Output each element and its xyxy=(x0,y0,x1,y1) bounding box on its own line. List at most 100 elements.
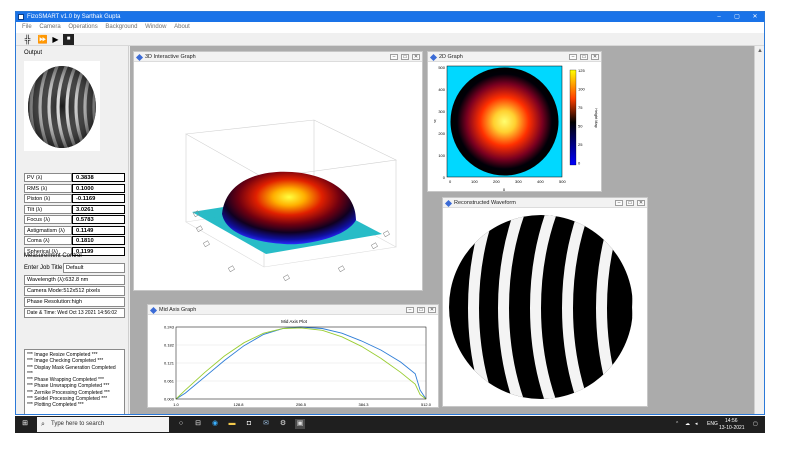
sub-restore-button[interactable]: ▭ xyxy=(401,54,409,60)
graph2d-titlebar[interactable]: 2D Graph – ▭ ✕ xyxy=(428,52,601,62)
graph2d-ylabel: y xyxy=(434,118,437,123)
colorbar-tick: 125 xyxy=(578,68,585,73)
desktop: FizoSMART v1.0 by Sarthak Gupta – ▢ ✕ Fi… xyxy=(0,0,789,449)
graph2d-ytick: 100 xyxy=(438,153,445,158)
menu-operations[interactable]: Operations xyxy=(68,24,97,30)
graph2d-xtick: 500 xyxy=(559,179,566,184)
graph2d-plot[interactable]: 0 100 200 300 400 500 5004003002001000 x y 12… xyxy=(428,62,602,192)
heatmap-disk xyxy=(450,67,559,176)
sub-close-button[interactable]: ✕ xyxy=(591,54,599,60)
play-icon[interactable]: ▶ xyxy=(50,34,61,45)
tray-date[interactable]: 13-10-2021 xyxy=(719,425,745,431)
task-view-icon[interactable]: ○ xyxy=(176,419,186,429)
save-icon[interactable]: ■ xyxy=(63,34,74,45)
sub-minimize-button[interactable]: – xyxy=(569,54,577,60)
chart-series-line-1 xyxy=(175,327,427,400)
fast-forward-icon[interactable]: ⏩ xyxy=(37,34,48,45)
sub-minimize-button[interactable]: – xyxy=(406,307,414,313)
sub-close-button[interactable]: ✕ xyxy=(637,200,645,206)
graph2d-xlabel: x xyxy=(503,187,506,192)
colorbar-tick: 50 xyxy=(578,124,583,129)
log-line: *** Phase Unwrapping Completed *** xyxy=(27,383,110,390)
sub-close-button[interactable]: ✕ xyxy=(428,307,436,313)
recon-title: Reconstructed Waveform xyxy=(454,200,516,206)
recon-window[interactable]: Reconstructed Waveform – ▭ ✕ xyxy=(442,197,648,407)
chart-ytick: 0.182 xyxy=(164,343,175,348)
taskbar: ⊞ ⌕ Type here to search ○ ⊟ ◉ ▬ ◘ ✉ ⚙ ▣ ⌃… xyxy=(15,416,765,433)
graph2d-ytick: 300 xyxy=(438,109,445,114)
tray-chevron-icon[interactable]: ⌃ xyxy=(675,421,679,427)
graph3d-window[interactable]: 3D Interactive Graph – ▭ ✕ xyxy=(133,51,423,291)
job-title-input[interactable]: Default xyxy=(63,263,125,273)
metric-label: Coma (λ) xyxy=(24,236,72,245)
metric-value: 0.3838 xyxy=(72,173,125,182)
tray-language[interactable]: ENG xyxy=(707,421,718,427)
graph2d-ytick: 400 xyxy=(438,87,445,92)
metric-value: 3.0261 xyxy=(72,204,125,214)
tray-volume-icon[interactable]: ◂ xyxy=(695,421,698,427)
metric-label: RMS (λ) xyxy=(24,183,72,193)
menu-file[interactable]: File xyxy=(22,24,32,30)
maximize-button[interactable]: ▢ xyxy=(728,12,746,22)
menu-window[interactable]: Window xyxy=(145,24,166,30)
colorbar-tick: 75 xyxy=(578,105,583,110)
chart-ytick: 0.121 xyxy=(164,361,175,366)
minimize-button[interactable]: – xyxy=(710,12,728,22)
graph3d-title: 3D Interactive Graph xyxy=(145,54,196,60)
colorbar xyxy=(569,69,577,166)
settings-gear-icon[interactable]: ⚙ xyxy=(278,419,288,429)
close-button[interactable]: ✕ xyxy=(746,12,764,22)
vertical-scrollbar[interactable]: ▲ xyxy=(754,46,764,414)
taskbar-search[interactable]: ⌕ Type here to search xyxy=(37,417,169,432)
log-box: *** Image Resize Completed *** *** Image … xyxy=(24,349,125,414)
graph3d-titlebar[interactable]: 3D Interactive Graph – ▭ ✕ xyxy=(134,52,422,62)
metric-label: Focus (λ) xyxy=(24,215,72,224)
midaxis-titlebar[interactable]: Mid Axis Graph – ▭ ✕ xyxy=(148,305,438,315)
midaxis-title: Mid Axis Graph xyxy=(159,307,197,313)
app-taskbar-icon[interactable]: ▣ xyxy=(295,419,305,429)
metric-label: PV (λ) xyxy=(24,173,72,182)
tray-time[interactable]: 14:56 xyxy=(725,418,738,424)
file-explorer-icon[interactable]: ▬ xyxy=(227,419,237,429)
graph2d-window[interactable]: 2D Graph – ▭ ✕ 0 100 200 300 400 500 500… xyxy=(427,51,602,192)
camera-mode-field: Camera Mode:512x512 pixels xyxy=(24,286,125,296)
tray-network-icon[interactable]: ☁ xyxy=(685,421,690,427)
notification-icon[interactable]: ▢ xyxy=(753,421,758,427)
store-icon[interactable]: ◘ xyxy=(244,419,254,429)
menu-bar: File Camera Operations Background Window… xyxy=(16,22,764,33)
graph2d-ytick: 200 xyxy=(438,131,445,136)
search-placeholder: Type here to search xyxy=(51,421,105,427)
menu-background[interactable]: Background xyxy=(105,24,137,30)
scroll-up-icon[interactable]: ▲ xyxy=(757,48,763,54)
sub-minimize-button[interactable]: – xyxy=(615,200,623,206)
graph2d-xtick: 100 xyxy=(471,179,478,184)
datetime-field: Date & Time: Wed Oct 13 2021 14:56:02 xyxy=(24,308,125,318)
mail-icon[interactable]: ✉ xyxy=(261,419,271,429)
sub-restore-button[interactable]: ▭ xyxy=(580,54,588,60)
sub-restore-button[interactable]: ▭ xyxy=(417,307,425,313)
widgets-icon[interactable]: ⊟ xyxy=(193,419,203,429)
sub-close-button[interactable]: ✕ xyxy=(412,54,420,60)
midaxis-window[interactable]: Mid Axis Graph – ▭ ✕ Mid Axis Plot 0.243… xyxy=(147,304,439,408)
title-bar[interactable]: FizoSMART v1.0 by Sarthak Gupta – ▢ ✕ xyxy=(16,12,764,22)
midaxis-chart[interactable]: Mid Axis Plot 0.2430.1820.1210.0610.000 … xyxy=(148,315,439,408)
window-icon xyxy=(444,199,453,208)
graph3d-plot[interactable] xyxy=(134,62,423,291)
recon-titlebar[interactable]: Reconstructed Waveform – ▭ ✕ xyxy=(443,198,647,208)
colorbar-tick: 100 xyxy=(578,87,585,92)
graph2d-xtick: 300 xyxy=(515,179,522,184)
chart-xtick: 1.0 xyxy=(173,402,179,407)
sub-restore-button[interactable]: ▭ xyxy=(626,200,634,206)
windows-start-icon[interactable]: ⊞ xyxy=(20,419,30,429)
window-icon xyxy=(429,53,438,62)
crosshair-icon[interactable]: ╬ xyxy=(22,34,33,45)
menu-about[interactable]: About xyxy=(174,24,190,30)
edge-browser-icon[interactable]: ◉ xyxy=(210,419,220,429)
chart-xtick: 256.5 xyxy=(296,402,307,407)
toolbar: ╬ ⏩ ▶ ■ xyxy=(16,33,764,46)
colorbar-label: Height Map xyxy=(594,108,598,127)
metric-label: Tilt (λ) xyxy=(24,204,72,214)
menu-camera[interactable]: Camera xyxy=(39,24,60,30)
sub-minimize-button[interactable]: – xyxy=(390,54,398,60)
metric-value: 0.1810 xyxy=(72,236,125,245)
